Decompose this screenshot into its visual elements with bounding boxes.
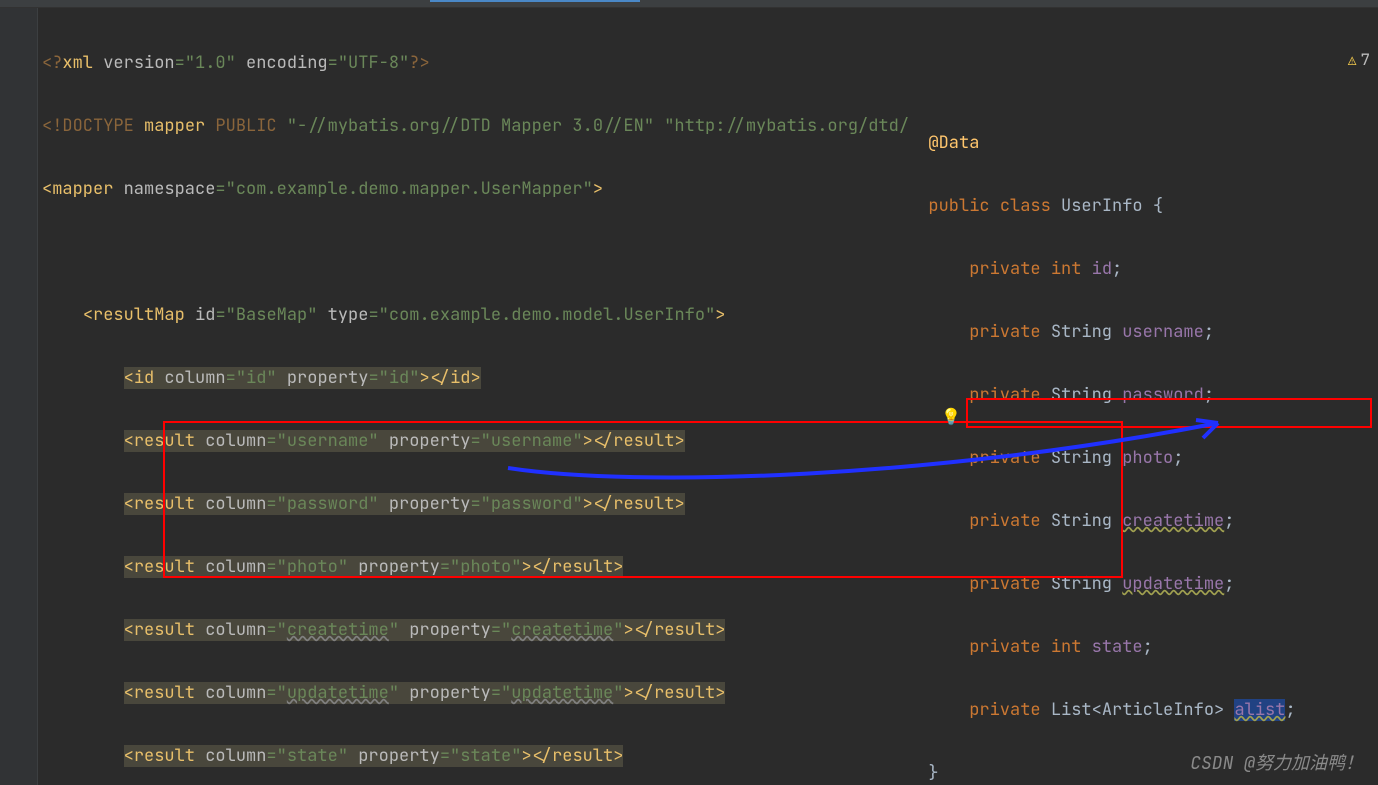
code-line[interactable]: private int state;: [908, 632, 1378, 664]
code-line[interactable]: private String username;: [908, 317, 1378, 349]
code-line[interactable]: private int id;: [908, 254, 1378, 286]
code-line[interactable]: private String updatetime;: [908, 569, 1378, 601]
code-area[interactable]: <?xml version="1.0" encoding="UTF-8"?> <…: [38, 8, 1378, 785]
editor-split: <?xml version="1.0" encoding="UTF-8"?> <…: [0, 8, 1378, 785]
code-line[interactable]: public class UserInfo {: [908, 191, 1378, 223]
warning-icon: ⚠: [1348, 52, 1356, 70]
warning-indicator[interactable]: ⚠7: [1348, 44, 1370, 78]
code-line[interactable]: private String createtime;: [908, 506, 1378, 538]
code-line[interactable]: <?xml version="1.0" encoding="UTF-8"?>: [42, 48, 1378, 80]
code-line[interactable]: private String photo;: [908, 443, 1378, 475]
watermark: CSDN @努力加油鸭！: [1190, 749, 1363, 775]
code-line[interactable]: private List<ArticleInfo> alist;: [908, 695, 1378, 727]
code-line[interactable]: @Data: [908, 128, 1378, 160]
warning-count: 7: [1360, 49, 1370, 70]
intention-bulb-icon[interactable]: 💡: [941, 401, 961, 433]
java-overlay-panel: @Data public class UserInfo { private in…: [908, 96, 1378, 456]
gutter[interactable]: [0, 8, 38, 785]
active-tab-indicator: [430, 0, 640, 2]
code-line[interactable]: private String password;: [908, 380, 1378, 412]
editor-tabs[interactable]: [0, 0, 1378, 8]
